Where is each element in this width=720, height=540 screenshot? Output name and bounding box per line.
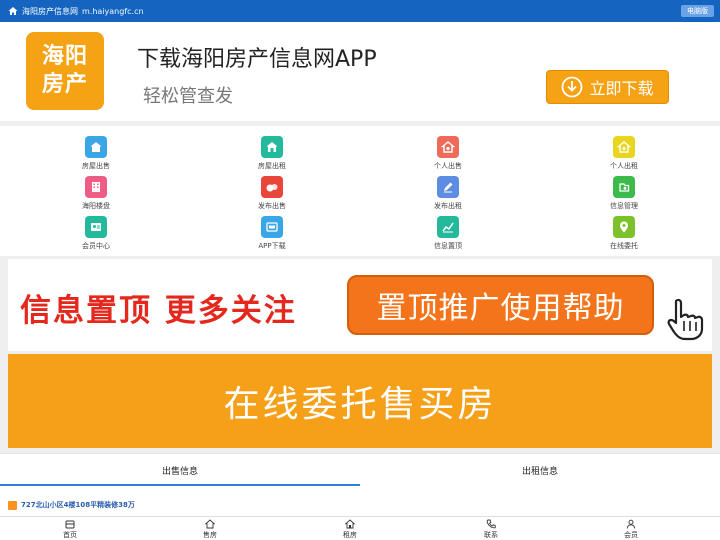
grid-item-publish-rent[interactable]: 发布出租: [408, 176, 488, 211]
logo-line-1: 海阳: [41, 44, 88, 69]
pointer-hand-icon: [667, 298, 704, 341]
sell-house-icon: [205, 519, 215, 529]
listing-title[interactable]: 727北山小区4楼108平精装修38万: [21, 500, 135, 510]
grid-label: 信息置顶: [434, 242, 462, 250]
building-icon: [85, 176, 107, 198]
listing-list: 727北山小区4楼108平精装修38万: [0, 486, 720, 516]
grid-item-member-center[interactable]: 会员中心: [56, 216, 136, 251]
app-download-icon: [261, 216, 283, 238]
grid-item-house-sell[interactable]: 房屋出售: [56, 136, 136, 171]
grid-item-personal-rent[interactable]: 个人出租: [584, 136, 664, 171]
user-icon: [626, 519, 636, 529]
download-now-label: 立即下载: [589, 79, 654, 98]
home-icon: [65, 520, 75, 529]
app-download-banner[interactable]: 海阳 房产 下载海阳房产信息网APP 轻松管查发 立即下载: [0, 22, 720, 121]
list-item[interactable]: 727北山小区4楼108平精装修38万: [8, 500, 135, 510]
grid-label: 个人出售: [434, 162, 462, 170]
grid-label: 房屋出租: [258, 162, 286, 170]
grid-label: 会员中心: [82, 242, 110, 250]
location-icon: [613, 216, 635, 238]
grid-label: 海阳楼盘: [82, 202, 110, 210]
nav-sell-house[interactable]: 售房: [180, 519, 240, 540]
grid-label: 在线委托: [610, 242, 638, 250]
promotion-help-button[interactable]: 置顶推广使用帮助: [347, 275, 654, 335]
nav-label: 首页: [63, 531, 77, 539]
listing-tabs: 出售信息 出租信息: [0, 453, 720, 486]
feature-grid: 房屋出售 房屋出租 个人出售 个人出租 海阳楼盘 发布出售 发布出租 信息管理 …: [0, 126, 720, 256]
publish-rent-icon: [437, 176, 459, 198]
top-bar: 海阳房产信息网 m.haiyangfc.cn 电脑版: [0, 0, 720, 22]
app-logo: 海阳 房产: [26, 32, 104, 110]
site-url: m.haiyangfc.cn: [82, 6, 144, 16]
nav-label: 联系: [484, 531, 498, 539]
publish-sell-icon: [261, 176, 283, 198]
tab-rent-info[interactable]: 出租信息: [360, 454, 720, 486]
grid-item-house-rent[interactable]: 房屋出租: [232, 136, 312, 171]
logo-line-2: 房产: [41, 72, 88, 97]
grid-label: 个人出租: [610, 162, 638, 170]
personal-rent-icon: [613, 136, 635, 158]
rss-icon: [8, 500, 17, 510]
nav-contact[interactable]: 联系: [461, 519, 521, 540]
app-banner-title: 下载海阳房产信息网APP: [137, 47, 377, 72]
grid-item-personal-sell[interactable]: 个人出售: [408, 136, 488, 171]
download-circle-icon: [562, 76, 583, 98]
pc-version-button[interactable]: 电脑版: [681, 5, 714, 17]
chart-top-icon: [437, 216, 459, 238]
grid-item-app-download[interactable]: APP下载: [232, 216, 312, 251]
nav-label: 租房: [343, 531, 357, 539]
member-icon: [85, 216, 107, 238]
download-now-button[interactable]: 立即下载: [546, 70, 669, 104]
grid-label: 房屋出售: [82, 162, 110, 170]
grid-item-building[interactable]: 海阳楼盘: [56, 176, 136, 211]
house-sell-icon: [85, 136, 107, 158]
grid-item-info-top[interactable]: 信息置顶: [408, 216, 488, 251]
personal-sell-icon: [437, 136, 459, 158]
info-manage-icon: [613, 176, 635, 198]
top-promotion-banner[interactable]: 信息置顶 更多关注 置顶推广使用帮助: [8, 259, 712, 351]
nav-home[interactable]: 首页: [40, 519, 100, 540]
home-icon[interactable]: [8, 6, 18, 16]
nav-member[interactable]: 会员: [601, 519, 661, 540]
grid-item-info-manage[interactable]: 信息管理: [584, 176, 664, 211]
rent-house-icon: [345, 519, 355, 529]
phone-icon: [486, 519, 496, 529]
grid-item-publish-sell[interactable]: 发布出售: [232, 176, 312, 211]
online-entrust-banner[interactable]: 在线委托售买房: [8, 354, 712, 448]
bottom-navigation: 首页 售房 租房 联系 会员: [0, 516, 720, 540]
online-entrust-text: 在线委托售买房: [223, 384, 497, 425]
nav-label: 会员: [624, 531, 638, 539]
grid-label: 信息管理: [610, 202, 638, 210]
grid-item-online-entrust[interactable]: 在线委托: [584, 216, 664, 251]
nav-rent-house[interactable]: 租房: [320, 519, 380, 540]
app-banner-subtitle: 轻松管查发: [143, 86, 233, 107]
grid-label: 发布出售: [258, 202, 286, 210]
house-rent-icon: [261, 136, 283, 158]
grid-label: APP下载: [258, 242, 286, 250]
site-name[interactable]: 海阳房产信息网: [22, 6, 78, 17]
grid-label: 发布出租: [434, 202, 462, 210]
promo-slogan: 信息置顶 更多关注: [20, 293, 297, 329]
nav-label: 售房: [203, 531, 217, 539]
tab-sale-info[interactable]: 出售信息: [0, 454, 360, 486]
